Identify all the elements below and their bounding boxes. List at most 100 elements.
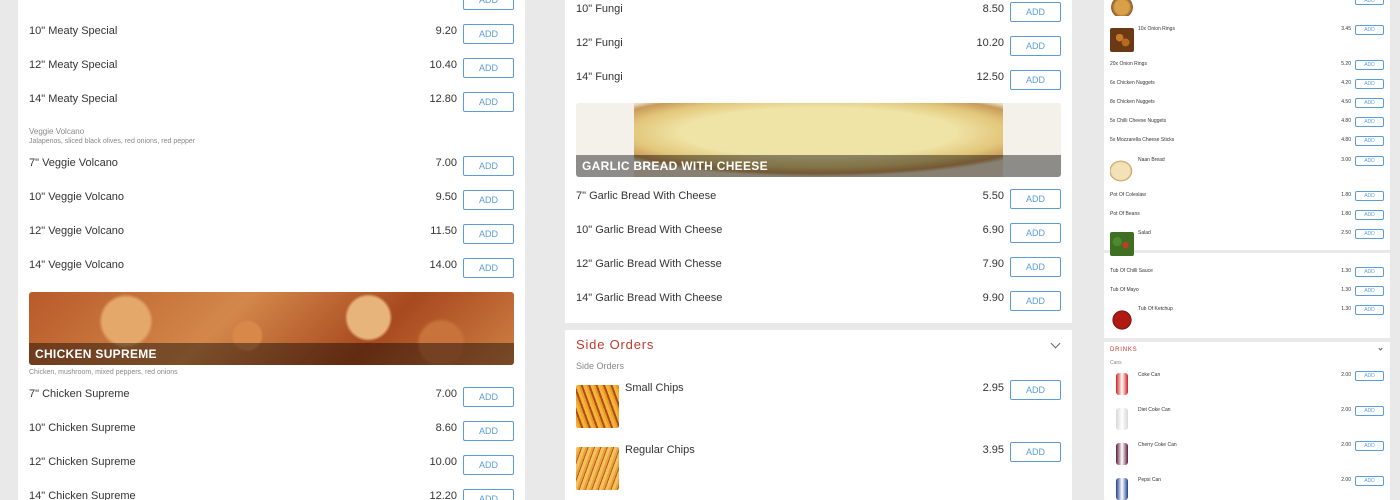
add-button[interactable]: ADD	[463, 58, 514, 78]
menu-item-price: 3.95	[982, 444, 1004, 456]
add-button[interactable]: ADD	[1010, 257, 1061, 277]
menu-item-price: 12.20	[429, 490, 457, 500]
add-button[interactable]: ADD	[1355, 98, 1384, 108]
add-button[interactable]: ADD	[1355, 25, 1384, 35]
drinks-heading[interactable]: DRINKS	[1110, 347, 1137, 353]
menu-item-name: 14" Garlic Bread With Cheese	[576, 292, 723, 304]
menu-item-name: 10" Veggie Volcano	[29, 191, 125, 203]
menu-item-name: 7" Garlic Bread With Cheese	[576, 190, 717, 202]
menu-item-price: 8.60	[435, 422, 457, 434]
menu-item-price: 4.80	[1341, 137, 1351, 143]
menu-item-price: 10.00	[429, 456, 457, 468]
add-button[interactable]: ADD	[1355, 441, 1384, 451]
middle-menu-column: 10" Fungi 8.50 ADD 12" Fungi 10.20 ADD 1…	[565, 0, 1072, 500]
add-button[interactable]: ADD	[463, 224, 514, 244]
menu-item-price: 11.50	[430, 225, 457, 237]
right-menu-column: ADD 10x Onion Rings 3.45 ADD 20x Onion Ring…	[1104, 0, 1390, 500]
add-button[interactable]: ADD	[1355, 156, 1384, 166]
menu-item-price: 2.95	[982, 382, 1004, 394]
add-button[interactable]: ADD	[1355, 286, 1384, 296]
menu-item-name: 12" Meaty Special	[29, 59, 118, 71]
add-button[interactable]: ADD	[1355, 60, 1384, 70]
menu-item-name: Pepsi Can	[1138, 477, 1162, 483]
menu-item-price: 2.00	[1341, 442, 1351, 448]
menu-item-price: 1.30	[1341, 287, 1351, 293]
menu-item-price: 10.20	[976, 37, 1004, 49]
add-button[interactable]: ADD	[1355, 476, 1384, 486]
menu-item-price: 4.80	[1341, 118, 1351, 124]
menu-item-price: 2.00	[1341, 372, 1351, 378]
add-button[interactable]: ADD	[463, 156, 514, 176]
add-button[interactable]: ADD	[1010, 291, 1061, 311]
add-button[interactable]: ADD	[1010, 36, 1061, 56]
menu-item-name: Pot Of Beans	[1110, 211, 1140, 217]
menu-item-price: 6.90	[982, 224, 1004, 236]
add-button[interactable]: ADD	[1355, 229, 1384, 239]
menu-item-price: 1.80	[1341, 211, 1351, 217]
menu-item-price: 12.80	[429, 93, 457, 105]
add-button[interactable]: ADD	[1355, 371, 1384, 381]
menu-item-name: 10x Onion Rings	[1138, 26, 1175, 32]
add-button[interactable]: ADD	[1355, 305, 1384, 315]
menu-item-name: 20x Onion Rings	[1110, 61, 1147, 67]
add-button[interactable]: ADD	[1355, 117, 1384, 127]
menu-item-name: 5x Mozzarella Cheese Sticks	[1110, 137, 1175, 143]
menu-item-price: 3.45	[1341, 26, 1351, 32]
add-button[interactable]: ADD	[463, 258, 514, 278]
menu-item-name: 7" Chicken Supreme	[29, 388, 130, 400]
add-button[interactable]: ADD	[463, 92, 514, 112]
menu-item-price: 1.30	[1341, 268, 1351, 274]
add-button[interactable]: ADD	[1355, 267, 1384, 277]
menu-item-name: Diet Coke Can	[1138, 407, 1171, 413]
add-button[interactable]: ADD	[463, 387, 514, 407]
menu-item-price: 9.50	[435, 191, 457, 203]
add-button[interactable]: ADD	[1010, 70, 1061, 90]
menu-item-price: 2.00	[1341, 407, 1351, 413]
menu-item-price: 5.50	[982, 190, 1004, 202]
add-button[interactable]: ADD	[463, 190, 514, 210]
menu-item-name: Tub Of Mayo	[1110, 287, 1139, 293]
menu-item-name: Cherry Coke Can	[1138, 442, 1177, 448]
menu-item-name: 10" Garlic Bread With Cheese	[576, 224, 723, 236]
add-button[interactable]: ADD	[463, 0, 514, 10]
section-description: Chicken, mushroom, mixed peppers, red on…	[29, 369, 178, 376]
menu-item-name: 7" Veggie Volcano	[29, 157, 118, 169]
drink-can-image	[1116, 478, 1128, 500]
add-button[interactable]: ADD	[463, 421, 514, 441]
section-description: Jalapenos, sliced black olives, red onio…	[29, 138, 196, 145]
add-button[interactable]: ADD	[1355, 79, 1384, 89]
section-subheading: Side Orders	[576, 361, 625, 371]
add-button[interactable]: ADD	[1355, 406, 1384, 416]
add-button[interactable]: ADD	[463, 24, 514, 44]
add-button[interactable]: ADD	[1010, 380, 1061, 400]
small-chips-image	[576, 385, 619, 428]
banner-title: CHICKEN SUPREME	[29, 343, 514, 365]
add-button[interactable]: ADD	[1010, 442, 1061, 462]
menu-item-row: Small Chips	[625, 382, 925, 402]
add-button[interactable]: ADD	[463, 489, 514, 500]
menu-item-row: Regular Chips	[625, 444, 925, 464]
add-button[interactable]: ADD	[1355, 210, 1384, 220]
menu-item-price: 3.00	[1341, 157, 1351, 163]
add-button[interactable]: ADD	[1355, 191, 1384, 201]
add-button[interactable]: ADD	[463, 455, 514, 475]
add-button[interactable]: ADD	[1010, 223, 1061, 243]
side-orders-heading[interactable]: Side Orders	[576, 337, 654, 352]
add-button[interactable]: ADD	[1355, 0, 1384, 5]
menu-item-name: Pot Of Coleslaw	[1110, 192, 1146, 198]
add-button[interactable]: ADD	[1355, 136, 1384, 146]
menu-item-price: 2.00	[1341, 477, 1351, 483]
add-button[interactable]: ADD	[1010, 2, 1061, 22]
banner-title: GARLIC BREAD WITH CHEESE	[576, 155, 1061, 177]
food-image	[1110, 0, 1134, 16]
food-image	[1110, 232, 1134, 256]
menu-item-price: 14.00	[429, 259, 457, 271]
add-button[interactable]: ADD	[1010, 189, 1061, 209]
menu-item-name: 10" Fungi	[576, 3, 623, 15]
menu-item-price: 2.50	[1341, 230, 1351, 236]
drinks-subheading: Cans	[1110, 360, 1122, 366]
menu-item-name: 14" Meaty Special	[29, 93, 118, 105]
menu-item-name: 10" Chicken Supreme	[29, 422, 136, 434]
drink-can-image	[1116, 373, 1128, 395]
menu-item-name: 12" Veggie Volcano	[29, 225, 125, 237]
